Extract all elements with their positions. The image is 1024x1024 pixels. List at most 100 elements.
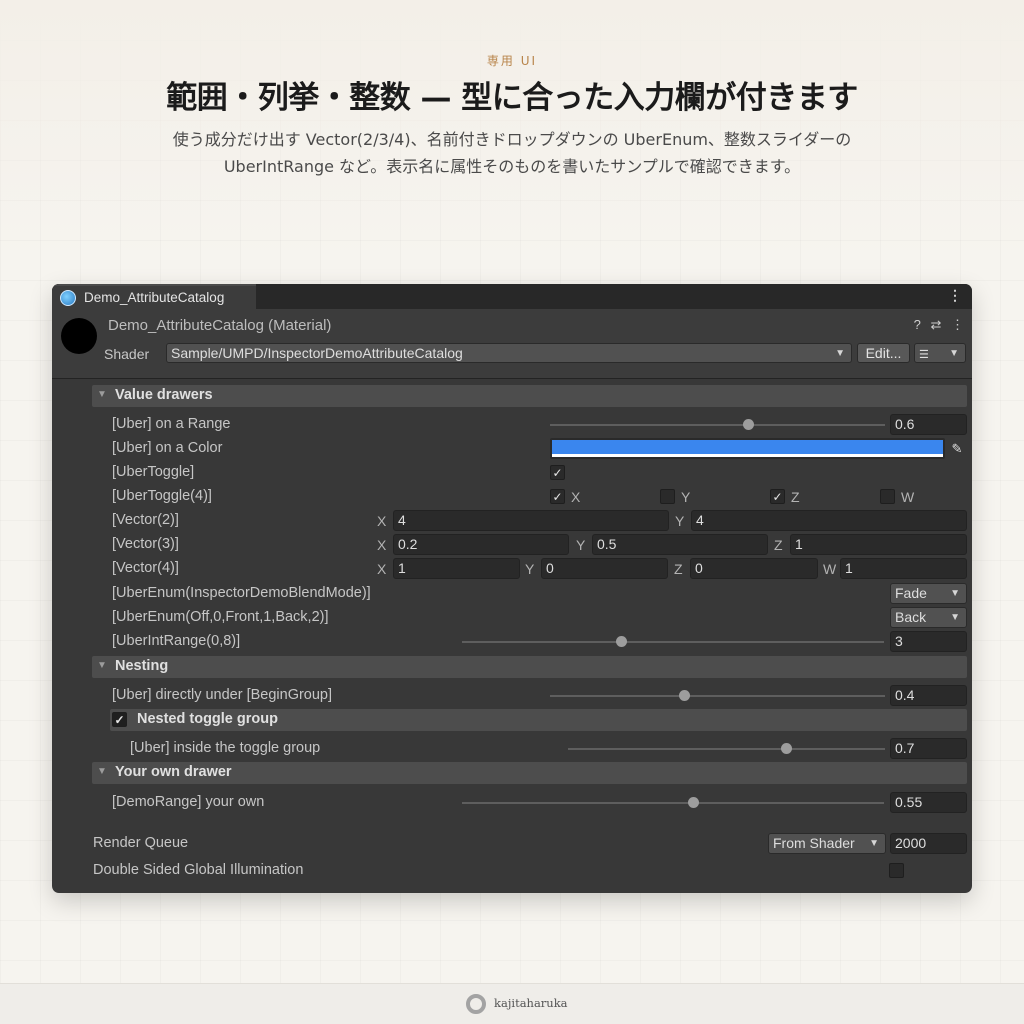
foldout-arrow-icon: ▼ (97, 766, 107, 777)
nest-range-slider-track[interactable] (550, 695, 885, 697)
toggle4-label: [UberToggle(4)] (112, 488, 212, 504)
vector4-y-field[interactable]: 0 (541, 558, 668, 579)
toggle4-z-label: Z (791, 489, 800, 505)
enum-blend-label: [UberEnum(InspectorDemoBlendMode)] (112, 585, 371, 601)
enum-cull-dropdown[interactable]: Back ▼ (890, 607, 967, 628)
render-queue-mode-dropdown[interactable]: From Shader ▼ (768, 833, 886, 854)
nest-range-value-field[interactable]: 0.4 (890, 685, 967, 706)
inspector-window: Demo_AttributeCatalog ⋮ Demo_AttributeCa… (52, 284, 972, 893)
vector2-x-field[interactable]: 4 (393, 510, 669, 531)
foldout-arrow-icon: ▼ (97, 389, 107, 400)
toggle4-x-label: X (571, 489, 581, 505)
vector3-x-axis: X (377, 537, 387, 553)
material-icon (60, 290, 76, 306)
vector2-y-axis: Y (675, 513, 685, 529)
toggle-group-range-slider-track[interactable] (568, 748, 885, 750)
page-subtitle: 使う成分だけ出す Vector(2/3/4)、名前付きドロップダウンの Uber… (172, 130, 852, 176)
int-range-label: [UberIntRange(0,8)] (112, 633, 241, 649)
toggle4-z-checkbox[interactable]: ✓ (770, 489, 785, 504)
range-slider-thumb[interactable] (743, 419, 754, 430)
toggle4-w-checkbox[interactable] (880, 489, 895, 504)
vector3-z-axis: Z (774, 537, 783, 553)
vector4-z-field[interactable]: 0 (690, 558, 818, 579)
window-menu-icon[interactable]: ⋮ (948, 287, 962, 304)
range-value-field[interactable]: 0.6 (890, 414, 967, 435)
material-header: Demo_AttributeCatalog (Material) ? ⇄ ⋮ S… (52, 309, 972, 379)
vector4-w-axis: W (823, 561, 837, 577)
toggle4-y-label: Y (681, 489, 691, 505)
vector3-z-field[interactable]: 1 (790, 534, 967, 555)
dsgi-checkbox[interactable] (889, 863, 904, 878)
demo-range-slider-track[interactable] (462, 802, 884, 804)
page-headline: 範囲・列挙・整数 — 型に合った入力欄が付きます (166, 80, 858, 116)
color-label: [Uber] on a Color (112, 440, 223, 456)
section-title: Value drawers (115, 387, 213, 403)
shader-dropdown[interactable]: Sample/UMPD/InspectorDemoAttributeCatalo… (166, 343, 852, 363)
vector2-label: [Vector(2)] (112, 512, 179, 528)
brand-name: kajitaharuka (494, 996, 568, 1010)
vector4-x-axis: X (377, 561, 387, 577)
alpha-bar (552, 454, 943, 457)
list-icon: ☰ (919, 349, 929, 361)
section-title: Nested toggle group (137, 711, 278, 727)
help-icon[interactable]: ? (914, 317, 921, 332)
section-title: Your own drawer (115, 764, 232, 780)
vector2-y-field[interactable]: 4 (691, 510, 967, 531)
range-slider-track[interactable] (550, 424, 885, 426)
toggle4-y-checkbox[interactable] (660, 489, 675, 504)
vector4-y-axis: Y (525, 561, 535, 577)
tab-label: Demo_AttributeCatalog (84, 290, 225, 305)
vector4-w-field[interactable]: 1 (840, 558, 967, 579)
vector4-z-axis: Z (674, 561, 683, 577)
int-range-slider-track[interactable] (462, 641, 884, 643)
range-label: [Uber] on a Range (112, 416, 231, 432)
section-nesting[interactable]: ▼ Nesting (92, 656, 967, 678)
enum-blend-dropdown[interactable]: Fade ▼ (890, 583, 967, 604)
tab-inspector[interactable]: Demo_AttributeCatalog (52, 284, 256, 309)
toggle-group-range-value-field[interactable]: 0.7 (890, 738, 967, 759)
int-range-slider-thumb[interactable] (616, 636, 627, 647)
toggle-group-range-slider-thumb[interactable] (781, 743, 792, 754)
footer: kajitaharuka (0, 983, 1024, 1024)
nest-range-slider-thumb[interactable] (679, 690, 690, 701)
chevron-down-icon: ▼ (949, 348, 959, 359)
demo-range-slider-thumb[interactable] (688, 797, 699, 808)
vector3-x-field[interactable]: 0.2 (393, 534, 569, 555)
render-queue-mode-value: From Shader (773, 835, 855, 851)
foldout-arrow-icon: ▼ (97, 660, 107, 671)
vector3-label: [Vector(3)] (112, 536, 179, 552)
chevron-down-icon: ▼ (835, 348, 845, 359)
eyebrow-label: 専用 UI (486, 54, 538, 68)
demo-range-label: [DemoRange] your own (112, 794, 265, 810)
toggle-group-checkbox[interactable]: ✓ (112, 712, 127, 727)
render-queue-value-field[interactable]: 2000 (890, 833, 967, 854)
eyedropper-icon[interactable]: ✎ (947, 438, 967, 459)
toggle-checkbox[interactable]: ✓ (550, 465, 565, 480)
more-icon[interactable]: ⋮ (951, 317, 964, 332)
enum-cull-value: Back (895, 609, 927, 625)
toggle4-w-label: W (901, 489, 915, 505)
enum-cull-label: [UberEnum(Off,0,Front,1,Back,2)] (112, 609, 329, 625)
vector3-y-field[interactable]: 0.5 (592, 534, 768, 555)
section-own-drawer[interactable]: ▼ Your own drawer (92, 762, 967, 784)
material-title: Demo_AttributeCatalog (Material) (108, 317, 332, 334)
chevron-down-icon: ▼ (950, 588, 960, 599)
nest-range-label: [Uber] directly under [BeginGroup] (112, 687, 333, 703)
toggle-group-range-label: [Uber] inside the toggle group (130, 740, 321, 756)
toggle4-x-checkbox[interactable]: ✓ (550, 489, 565, 504)
section-value-drawers[interactable]: ▼ Value drawers (92, 385, 967, 407)
shader-options-dropdown[interactable]: ☰ ▼ (914, 343, 966, 363)
edit-shader-button[interactable]: Edit... (857, 343, 910, 363)
vector3-y-axis: Y (576, 537, 586, 553)
vector4-label: [Vector(4)] (112, 560, 179, 576)
settings-sliders-icon[interactable]: ⇄ (930, 317, 941, 332)
shader-value: Sample/UMPD/InspectorDemoAttributeCatalo… (171, 345, 463, 361)
color-field[interactable] (550, 438, 945, 459)
vector4-x-field[interactable]: 1 (393, 558, 520, 579)
demo-range-value-field[interactable]: 0.55 (890, 792, 967, 813)
toggle-label: [UberToggle] (112, 464, 195, 480)
nested-toggle-group-header[interactable]: ✓ Nested toggle group (110, 709, 967, 731)
header-icons: ? ⇄ ⋮ (908, 317, 964, 333)
int-range-value-field[interactable]: 3 (890, 631, 967, 652)
enum-blend-value: Fade (895, 585, 927, 601)
